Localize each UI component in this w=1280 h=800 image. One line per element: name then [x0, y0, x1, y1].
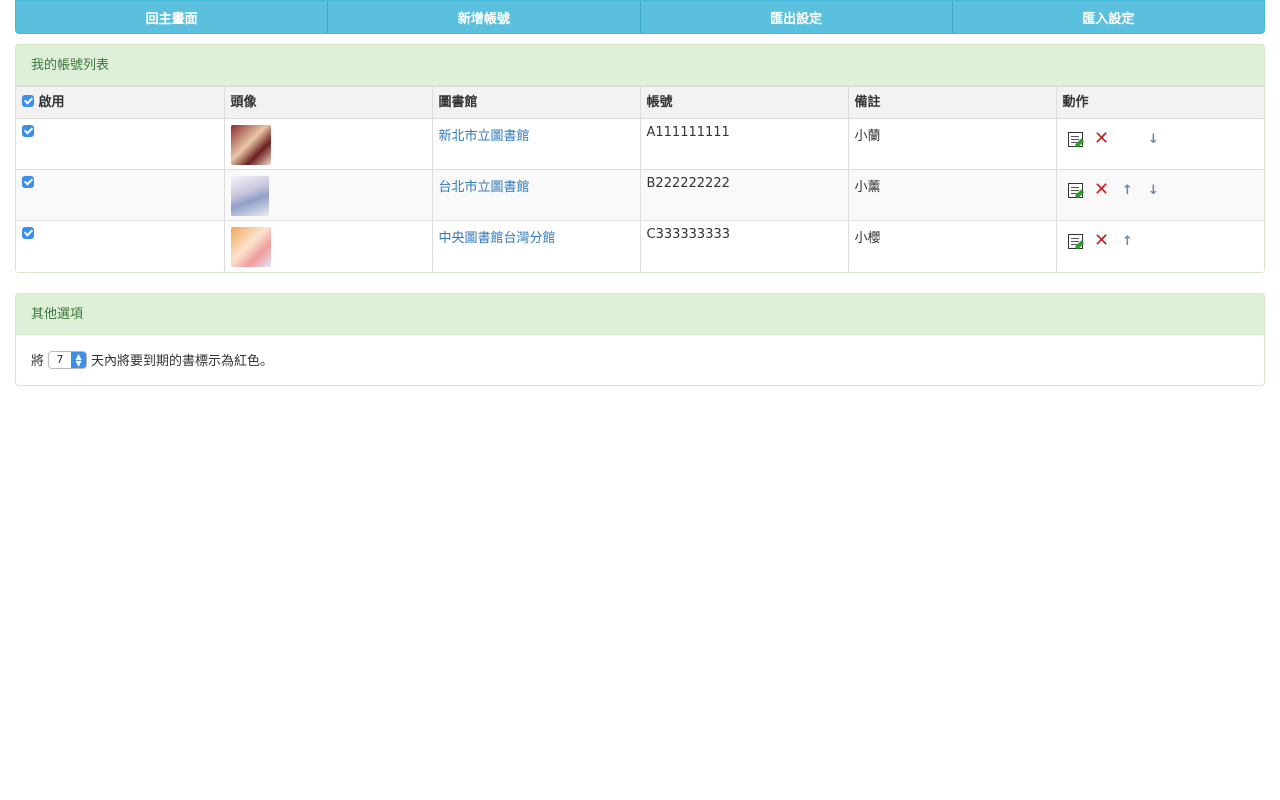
avatar[interactable]: [230, 227, 271, 267]
avatar-cell: [224, 118, 433, 170]
delete-button[interactable]: ✕: [1089, 180, 1115, 200]
edit-button[interactable]: [1063, 180, 1089, 200]
library-link[interactable]: 新北市立圖書館: [439, 129, 530, 144]
delete-button[interactable]: ✕: [1089, 129, 1115, 149]
avatar[interactable]: [230, 176, 269, 216]
library-link[interactable]: 中央圖書館台灣分館: [439, 231, 556, 246]
table-row: 台北市立圖書館 B222222222 小薰 ✕ ↑ ↓: [16, 169, 1264, 221]
move-down-button[interactable]: ↓: [1141, 180, 1167, 200]
col-actions-header: 動作: [1056, 86, 1264, 119]
option-suffix: 天內將要到期的書標示為紅色。: [91, 354, 274, 369]
library-link[interactable]: 台北市立圖書館: [439, 180, 530, 195]
account-cell: A111111111: [640, 118, 849, 170]
move-up-button[interactable]: ↑: [1115, 180, 1141, 200]
actions-cell: ✕ ↑: [1056, 220, 1264, 272]
enable-checkbox[interactable]: [22, 227, 34, 239]
table-row: 中央圖書館台灣分館 C333333333 小櫻 ✕ ↑: [16, 220, 1264, 272]
note-cell: 小櫻: [848, 220, 1057, 272]
col-account-header: 帳號: [640, 86, 849, 119]
actions-cell: ✕ ↓: [1056, 118, 1264, 170]
home-button[interactable]: 回主畫面: [16, 1, 329, 33]
avatar-cell: [224, 220, 433, 272]
edit-icon: [1068, 131, 1083, 147]
note-cell: 小蘭: [848, 118, 1057, 170]
edit-button[interactable]: [1063, 129, 1089, 149]
days-select[interactable]: 7 ▲ ▼: [48, 350, 88, 369]
empty-slot: [1115, 129, 1141, 149]
accounts-panel-title: 我的帳號列表: [16, 45, 1264, 86]
enable-checkbox[interactable]: [22, 125, 34, 137]
page: 回主畫面 新增帳號 匯出設定 匯入設定 我的帳號列表 啟用 頭像 圖書館 帳號 …: [15, 0, 1265, 386]
enable-checkbox[interactable]: [22, 176, 34, 188]
move-up-icon: ↑: [1122, 233, 1133, 249]
library-cell: 中央圖書館台灣分館: [432, 220, 641, 272]
col-note-header: 備註: [848, 86, 1057, 119]
account-cell: B222222222: [640, 169, 849, 221]
table-row: 新北市立圖書館 A111111111 小蘭 ✕ ↓: [16, 118, 1264, 170]
edit-icon: [1068, 182, 1083, 198]
col-library-header: 圖書館: [432, 86, 641, 119]
enable-cell: [16, 118, 225, 170]
move-down-icon: ↓: [1148, 182, 1159, 198]
delete-icon: ✕: [1093, 179, 1110, 200]
move-up-icon: ↑: [1122, 182, 1133, 198]
move-down-button[interactable]: ↓: [1141, 129, 1167, 149]
library-cell: 台北市立圖書館: [432, 169, 641, 221]
col-enable-label: 啟用: [38, 95, 65, 110]
table-header-row: 啟用 頭像 圖書館 帳號 備註 動作: [16, 86, 1264, 119]
export-settings-button[interactable]: 匯出設定: [641, 1, 953, 33]
account-cell: C333333333: [640, 220, 849, 272]
accounts-table: 啟用 頭像 圖書館 帳號 備註 動作 新北市立圖書館 A111111111 小蘭: [16, 86, 1264, 272]
options-panel-title: 其他選項: [16, 293, 1264, 335]
top-nav: 回主畫面 新增帳號 匯出設定 匯入設定: [15, 0, 1265, 34]
edit-button[interactable]: [1063, 231, 1089, 251]
enable-cell: [16, 169, 225, 221]
move-up-button[interactable]: ↑: [1115, 231, 1141, 251]
option-prefix: 將: [31, 354, 45, 369]
delete-icon: ✕: [1093, 128, 1110, 149]
days-value: 7: [56, 353, 64, 366]
actions-cell: ✕ ↑ ↓: [1056, 169, 1264, 221]
col-enable-header: 啟用: [16, 86, 225, 119]
select-all-checkbox[interactable]: [22, 95, 34, 107]
accounts-panel: 我的帳號列表 啟用 頭像 圖書館 帳號 備註 動作 新北市立圖書館 A11111…: [15, 44, 1265, 273]
select-arrows-icon: ▲ ▼: [71, 351, 87, 368]
options-body: 將 7 ▲ ▼ 天內將要到期的書標示為紅色。: [16, 335, 1264, 385]
library-cell: 新北市立圖書館: [432, 118, 641, 170]
move-down-icon: ↓: [1148, 131, 1159, 147]
note-cell: 小薰: [848, 169, 1057, 221]
import-settings-button[interactable]: 匯入設定: [953, 1, 1264, 33]
enable-cell: [16, 220, 225, 272]
avatar-cell: [224, 169, 433, 221]
delete-button[interactable]: ✕: [1089, 231, 1115, 251]
avatar[interactable]: [230, 125, 271, 165]
options-panel: 其他選項 將 7 ▲ ▼ 天內將要到期的書標示為紅色。: [15, 292, 1265, 386]
edit-icon: [1068, 233, 1083, 249]
add-account-button[interactable]: 新增帳號: [328, 1, 641, 33]
col-avatar-header: 頭像: [224, 86, 433, 119]
delete-icon: ✕: [1093, 230, 1110, 251]
